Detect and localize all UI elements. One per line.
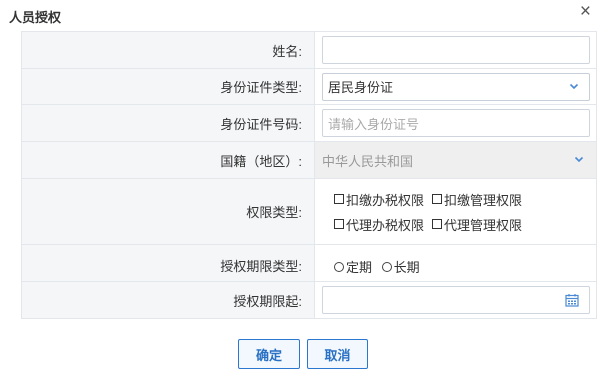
checkbox-withholding-manage[interactable]: 扣缴管理权限 xyxy=(432,190,522,209)
form-row-permission-type: 权限类型: 扣缴办税权限 扣缴管理权限 代理办税权限 代理管理权限 xyxy=(21,178,597,245)
checkbox-box xyxy=(432,219,443,229)
name-label: 姓名: xyxy=(21,31,315,69)
period-start-label: 授权期限起: xyxy=(21,281,315,319)
checkbox-box xyxy=(334,194,344,204)
id-type-label: 身份证件类型: xyxy=(21,68,315,105)
form-row-id-type: 身份证件类型: 居民身份证 xyxy=(21,68,597,105)
checkbox-box xyxy=(334,219,344,229)
radio-label: 定期 xyxy=(346,260,373,275)
checkbox-box xyxy=(432,194,443,204)
authorization-form: 姓名: 身份证件类型: 居民身份证 身份证件号码: 请输入身份证号 国籍（地区）… xyxy=(21,31,597,319)
id-number-label: 身份证件号码: xyxy=(21,104,315,142)
close-icon[interactable]: × xyxy=(580,2,591,22)
checkbox-label: 代理管理权限 xyxy=(444,217,523,233)
radio-circle xyxy=(334,261,344,272)
checkbox-withholding-tax[interactable]: 扣缴办税权限 xyxy=(334,190,424,209)
chevron-down-icon xyxy=(574,156,584,163)
period-start-date-input[interactable] xyxy=(322,286,590,314)
id-number-input[interactable]: 请输入身份证号 xyxy=(322,109,590,137)
chevron-down-icon xyxy=(569,83,579,89)
name-input[interactable] xyxy=(322,36,590,64)
radio-label: 长期 xyxy=(393,260,420,275)
calendar-icon[interactable] xyxy=(565,293,579,307)
nationality-label: 国籍（地区）: xyxy=(21,141,315,179)
checkbox-label: 扣缴办税权限 xyxy=(346,192,425,208)
radio-fixed-term[interactable]: 定期 xyxy=(334,257,372,276)
form-row-nationality: 国籍（地区）: 中华人民共和国 xyxy=(21,141,597,179)
nationality-value: 中华人民共和国 xyxy=(322,153,414,169)
radio-long-term[interactable]: 长期 xyxy=(381,257,420,276)
form-row-period-type: 授权期限类型: 定期 长期 xyxy=(21,244,597,282)
id-type-select[interactable]: 居民身份证 xyxy=(322,72,590,101)
confirm-button[interactable]: 确定 xyxy=(238,339,300,369)
checkbox-agent-manage[interactable]: 代理管理权限 xyxy=(432,215,522,234)
period-type-label: 授权期限类型: xyxy=(21,244,315,282)
id-number-placeholder: 请输入身份证号 xyxy=(328,116,420,132)
form-row-period-start: 授权期限起: xyxy=(21,281,597,319)
permission-type-label: 权限类型: xyxy=(21,178,315,245)
cancel-button[interactable]: 取消 xyxy=(307,339,368,369)
checkbox-agent-tax[interactable]: 代理办税权限 xyxy=(334,215,424,234)
form-row-id-number: 身份证件号码: 请输入身份证号 xyxy=(21,104,597,142)
checkbox-label: 代理办税权限 xyxy=(346,217,425,233)
id-type-value: 居民身份证 xyxy=(328,80,394,95)
dialog-title: 人员授权 xyxy=(9,10,62,25)
form-row-name: 姓名: xyxy=(21,31,597,69)
nationality-select[interactable]: 中华人民共和国 xyxy=(314,141,597,179)
checkbox-label: 扣缴管理权限 xyxy=(444,192,523,208)
radio-circle xyxy=(381,261,392,272)
